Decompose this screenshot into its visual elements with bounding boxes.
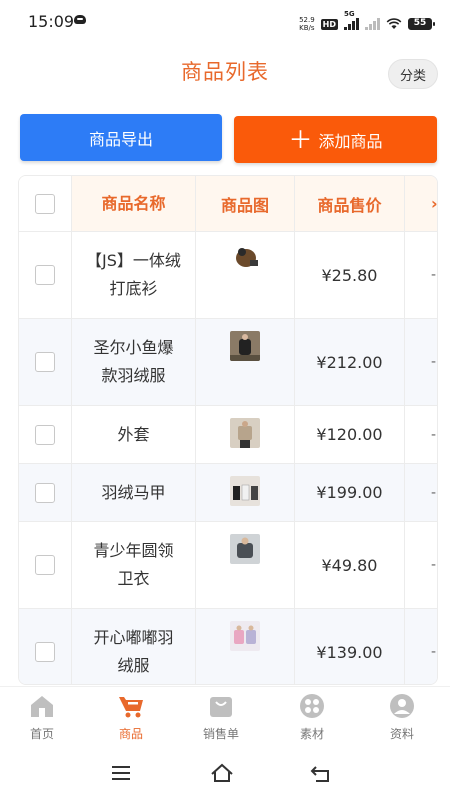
table-header-row: 商品名称 商品图 商品售价 ›: [19, 176, 438, 232]
app-notification-icon: [74, 15, 86, 24]
tab-label: 商品: [118, 727, 143, 741]
status-time: 15:09: [28, 12, 75, 31]
home-nav-icon[interactable]: [207, 760, 237, 786]
more-columns-indicator: ›: [431, 194, 438, 213]
product-name: 【JS】一体绒打底衫: [72, 232, 196, 318]
table-row[interactable]: 羽绒马甲 ¥199.00 -: [19, 464, 437, 522]
table-row[interactable]: 青少年圆领卫衣 ¥49.80 -: [19, 522, 437, 609]
back-icon[interactable]: [306, 760, 336, 786]
row-checkbox[interactable]: [35, 424, 55, 445]
page-title: 商品列表: [181, 60, 269, 84]
header-checkbox-cell: [19, 176, 72, 231]
plus-icon: ＋: [288, 125, 313, 154]
system-navigation-bar: [0, 750, 450, 800]
table-row[interactable]: 【JS】一体绒打底衫 ¥25.80 -: [19, 232, 437, 319]
status-bar: 15:09 52.9 KB/s HD 5G 55: [0, 0, 450, 44]
product-price: ¥49.80: [295, 522, 405, 608]
bottom-tab-bar: 首页 商品 销售单 素材 资料: [0, 686, 450, 746]
column-header-more: ›: [405, 176, 438, 231]
product-thumbnail[interactable]: [230, 476, 260, 506]
column-header-name: 商品名称: [72, 176, 196, 231]
row-checkbox[interactable]: [35, 555, 55, 575]
network-speed-unit: KB/s: [299, 24, 315, 32]
product-price: ¥212.00: [295, 319, 405, 405]
column-header-price: 商品售价: [295, 176, 405, 231]
product-price: ¥25.80: [295, 232, 405, 318]
grid-icon: [300, 694, 324, 718]
product-thumbnail[interactable]: [230, 331, 260, 361]
menu-icon[interactable]: [106, 760, 136, 786]
status-icons: 52.9 KB/s HD 5G 55: [299, 10, 435, 34]
export-products-button[interactable]: 商品导出: [20, 114, 222, 161]
tab-label: 销售单: [202, 727, 239, 741]
wifi-icon: [386, 18, 402, 29]
product-price: ¥139.00: [295, 609, 405, 684]
tab-label: 首页: [29, 727, 54, 741]
tab-label: 资料: [389, 727, 414, 741]
row-checkbox[interactable]: [35, 352, 55, 372]
column-header-image: 商品图: [196, 176, 295, 231]
add-product-button[interactable]: ＋ 添加商品: [234, 116, 437, 163]
profile-icon: [390, 694, 414, 718]
battery-icon: 55: [408, 18, 435, 30]
tab-materials[interactable]: 素材: [267, 693, 357, 742]
row-checkbox[interactable]: [35, 642, 55, 662]
product-price: ¥199.00: [295, 464, 405, 521]
add-product-label: 添加商品: [318, 131, 383, 151]
row-checkbox[interactable]: [35, 482, 55, 503]
tab-sales-orders[interactable]: 销售单: [176, 693, 266, 742]
row-checkbox[interactable]: [35, 265, 55, 285]
product-thumbnail[interactable]: [230, 418, 260, 448]
product-name: 圣尔小鱼爆款羽绒服: [72, 319, 196, 405]
hd-icon: HD: [320, 18, 338, 30]
table-row[interactable]: 外套 ¥120.00 -: [19, 406, 437, 464]
product-thumbnail[interactable]: [230, 621, 260, 651]
product-thumbnail[interactable]: [230, 534, 260, 564]
tab-profile[interactable]: 资料: [357, 693, 447, 742]
cellular-signal-icon: 5G: [344, 10, 359, 30]
tab-home[interactable]: 首页: [0, 693, 87, 742]
select-all-checkbox[interactable]: [35, 193, 55, 214]
tab-label: 素材: [299, 727, 324, 741]
bag-icon: [210, 697, 232, 717]
home-icon: [31, 696, 53, 717]
cellular-signal-secondary-icon: [365, 18, 380, 30]
table-row[interactable]: 开心嘟嘟羽绒服 ¥139.00 -: [19, 609, 437, 684]
product-thumbnail[interactable]: [230, 244, 260, 274]
network-type-label: 5G: [344, 10, 355, 18]
product-name: 青少年圆领卫衣: [72, 522, 196, 608]
network-speed: 52.9 KB/s: [299, 16, 315, 32]
table-row[interactable]: 圣尔小鱼爆款羽绒服 ¥212.00 -: [19, 319, 437, 406]
product-table[interactable]: 商品名称 商品图 商品售价 › 【JS】一体绒打底衫 ¥25.80 - 圣尔小鱼…: [18, 175, 438, 685]
category-button[interactable]: 分类: [388, 59, 438, 89]
product-name: 外套: [72, 406, 196, 463]
product-name: 羽绒马甲: [72, 464, 196, 521]
cart-icon: [119, 697, 143, 718]
tab-products[interactable]: 商品: [86, 693, 176, 742]
product-name: 开心嘟嘟羽绒服: [72, 609, 196, 684]
product-price: ¥120.00: [295, 406, 405, 463]
network-speed-value: 52.9: [299, 16, 315, 24]
